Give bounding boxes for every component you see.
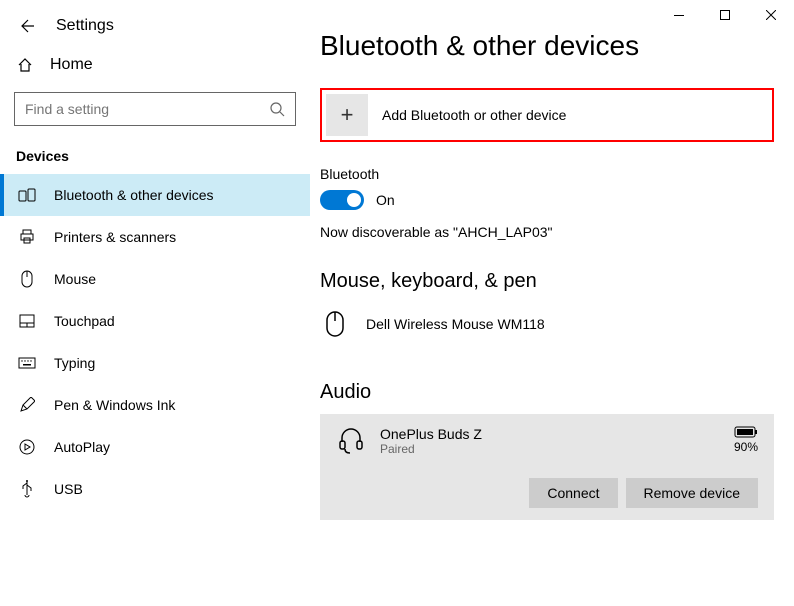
window-controls bbox=[656, 0, 794, 30]
add-device-label: Add Bluetooth or other device bbox=[382, 107, 566, 123]
search-icon bbox=[269, 101, 285, 117]
sidebar-item-label: USB bbox=[54, 481, 83, 497]
sidebar-item-touchpad[interactable]: Touchpad bbox=[0, 300, 310, 342]
main-content: Bluetooth & other devices + Add Bluetoot… bbox=[310, 0, 794, 606]
mouse-keyboard-section: Mouse, keyboard, & pen Dell Wireless Mou… bbox=[320, 270, 774, 345]
maximize-button[interactable] bbox=[702, 0, 748, 30]
sidebar-item-autoplay[interactable]: AutoPlay bbox=[0, 426, 310, 468]
battery-icon bbox=[734, 426, 758, 438]
section-label: Devices bbox=[0, 140, 310, 174]
audio-section-title: Audio bbox=[320, 381, 774, 404]
audio-device-name: OnePlus Buds Z bbox=[380, 426, 720, 442]
sidebar-item-pen[interactable]: Pen & Windows Ink bbox=[0, 384, 310, 426]
battery-percent: 90% bbox=[734, 440, 758, 454]
audio-device-status: Paired bbox=[380, 442, 720, 456]
bluetooth-label: Bluetooth bbox=[320, 166, 774, 182]
home-label: Home bbox=[50, 56, 93, 74]
close-button[interactable] bbox=[748, 0, 794, 30]
keyboard-icon bbox=[18, 354, 36, 372]
connect-button[interactable]: Connect bbox=[529, 478, 617, 508]
bluetooth-devices-icon bbox=[18, 186, 36, 204]
autoplay-icon bbox=[18, 438, 36, 456]
sidebar-item-usb[interactable]: USB bbox=[0, 468, 310, 510]
bluetooth-state: On bbox=[376, 192, 395, 208]
back-button[interactable] bbox=[16, 16, 36, 36]
sidebar-item-label: Mouse bbox=[54, 271, 96, 287]
audio-section: Audio OnePlus Buds Z Paired 90% Conn bbox=[320, 381, 774, 520]
app-title: Settings bbox=[56, 17, 114, 35]
pen-icon bbox=[18, 396, 36, 414]
minimize-button[interactable] bbox=[656, 0, 702, 30]
search-input[interactable] bbox=[25, 101, 269, 117]
sidebar-item-label: AutoPlay bbox=[54, 439, 110, 455]
usb-icon bbox=[18, 480, 36, 498]
bluetooth-section: Bluetooth On Now discoverable as "AHCH_L… bbox=[320, 166, 774, 240]
bluetooth-toggle[interactable] bbox=[320, 190, 364, 210]
audio-device-card[interactable]: OnePlus Buds Z Paired 90% Connect Remove… bbox=[320, 414, 774, 520]
sidebar-item-label: Touchpad bbox=[54, 313, 115, 329]
touchpad-icon bbox=[18, 312, 36, 330]
sidebar-item-printers[interactable]: Printers & scanners bbox=[0, 216, 310, 258]
remove-device-button[interactable]: Remove device bbox=[626, 478, 759, 508]
sidebar-item-label: Pen & Windows Ink bbox=[54, 397, 175, 413]
home-nav[interactable]: Home bbox=[0, 44, 310, 86]
sidebar-item-typing[interactable]: Typing bbox=[0, 342, 310, 384]
sidebar-item-label: Printers & scanners bbox=[54, 229, 176, 245]
plus-icon: + bbox=[326, 94, 368, 136]
page-title: Bluetooth & other devices bbox=[320, 30, 774, 62]
home-icon bbox=[16, 56, 34, 74]
search-box[interactable] bbox=[14, 92, 296, 126]
mouse-icon bbox=[320, 309, 350, 339]
add-device-highlight: + Add Bluetooth or other device bbox=[320, 88, 774, 142]
sidebar: Settings Home Devices Bluetooth & other … bbox=[0, 0, 310, 606]
add-device-button[interactable]: + Add Bluetooth or other device bbox=[326, 94, 768, 136]
discoverable-text: Now discoverable as "AHCH_LAP03" bbox=[320, 224, 774, 240]
sidebar-item-bluetooth[interactable]: Bluetooth & other devices bbox=[0, 174, 310, 216]
device-row[interactable]: Dell Wireless Mouse WM118 bbox=[320, 303, 774, 345]
headset-icon bbox=[336, 426, 366, 456]
audio-device-info: OnePlus Buds Z Paired bbox=[380, 426, 720, 456]
mouse-icon bbox=[18, 270, 36, 288]
bluetooth-toggle-row: On bbox=[320, 190, 774, 210]
printer-icon bbox=[18, 228, 36, 246]
sidebar-item-label: Typing bbox=[54, 355, 95, 371]
mouse-section-title: Mouse, keyboard, & pen bbox=[320, 270, 774, 293]
battery-indicator: 90% bbox=[734, 426, 758, 454]
device-name: Dell Wireless Mouse WM118 bbox=[366, 316, 545, 332]
sidebar-header: Settings bbox=[0, 8, 310, 44]
sidebar-item-label: Bluetooth & other devices bbox=[54, 187, 214, 203]
sidebar-item-mouse[interactable]: Mouse bbox=[0, 258, 310, 300]
